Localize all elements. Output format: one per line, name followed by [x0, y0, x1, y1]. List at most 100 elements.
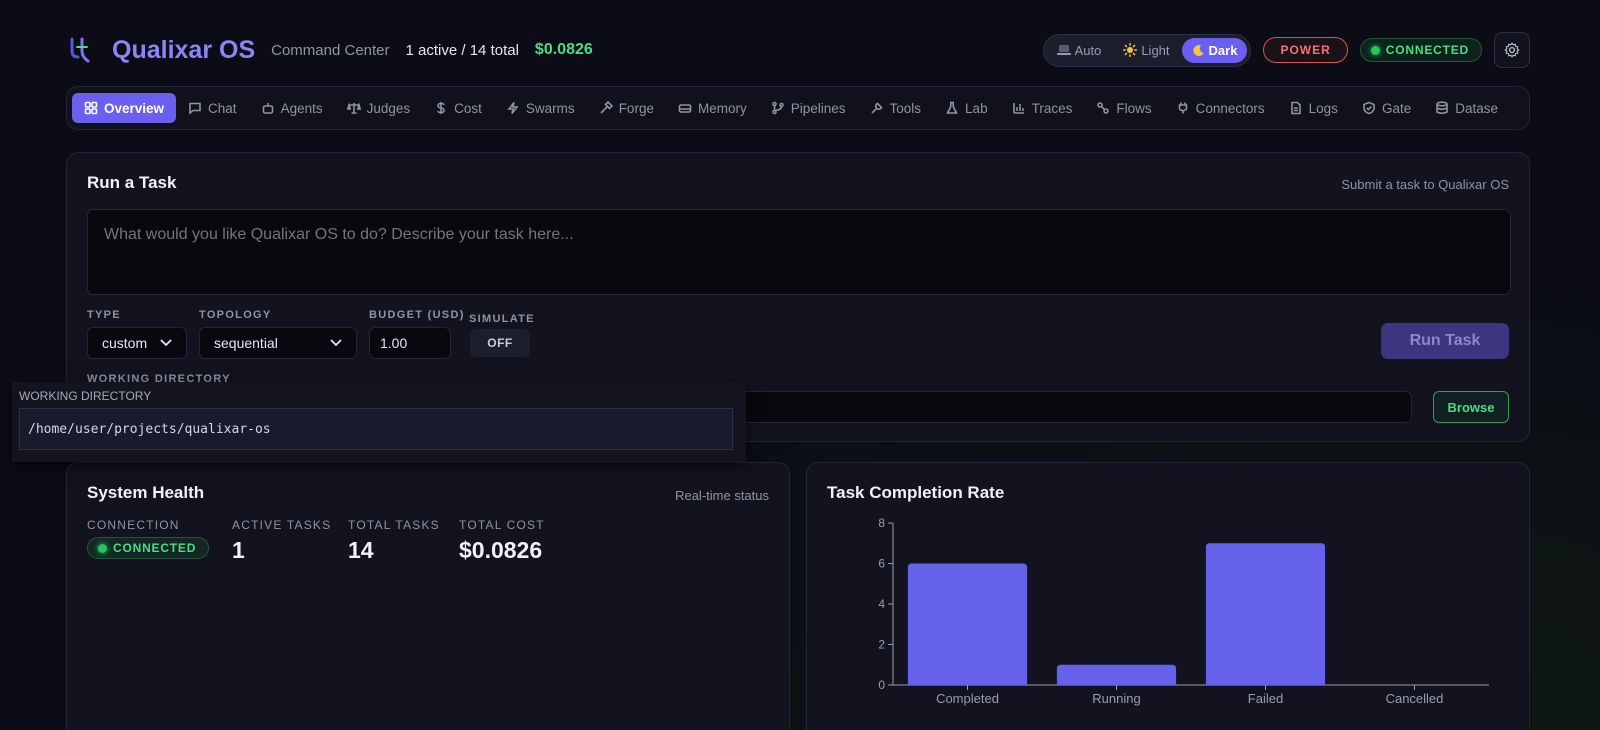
system-health-title: System Health	[87, 483, 205, 502]
theme-auto-button[interactable]: Auto	[1047, 38, 1112, 63]
sun-icon	[1123, 43, 1138, 57]
plug-icon	[1178, 102, 1187, 114]
brand-title: Qualixar OS	[112, 35, 256, 64]
power-button[interactable]: POWER	[1263, 37, 1348, 63]
tab-label: Datase	[1455, 100, 1498, 116]
shield-icon	[1363, 101, 1375, 115]
budget-input[interactable]: 1.00	[369, 327, 451, 359]
x-tick-label: Cancelled	[1386, 691, 1444, 706]
tab-label: Forge	[618, 100, 654, 116]
system-health-card: System Health Real-time status CONNECTIO…	[66, 462, 790, 730]
task-description-input[interactable]	[87, 209, 1511, 295]
x-tick-label: Completed	[936, 691, 999, 706]
type-select[interactable]: custom	[87, 327, 187, 359]
header-subtitle: Command Center	[271, 41, 390, 59]
header-actions: Auto Light Dark POWER CONNECTED	[1042, 32, 1530, 68]
y-tick-label: 2	[878, 638, 885, 652]
system-health-hint: Real-time status	[675, 488, 769, 503]
budget-label: BUDGET (USD)	[369, 309, 465, 321]
gear-icon	[1504, 42, 1520, 58]
tab-label: Flows	[1116, 100, 1152, 116]
tab-label: Logs	[1308, 100, 1338, 116]
total-tasks-value: 14	[348, 537, 374, 563]
run-task-button[interactable]: Run Task	[1381, 323, 1509, 359]
connection-stat-label: CONNECTION	[87, 518, 180, 532]
bolt-icon	[507, 102, 519, 114]
dollar-icon	[437, 102, 445, 114]
branch-icon	[771, 101, 784, 115]
main-nav: Overview Chat Agents Judges Cost Swarms Forge M…	[66, 86, 1530, 130]
task-counts: 1 active / 14 total	[405, 41, 519, 59]
drive-icon	[678, 104, 692, 113]
robot-icon	[262, 103, 273, 114]
tab-traces[interactable]: Traces	[1000, 93, 1085, 123]
tab-tools[interactable]: Tools	[858, 93, 934, 123]
tab-swarms[interactable]: Swarms	[494, 93, 587, 123]
tab-flows[interactable]: Flows	[1084, 93, 1163, 123]
header-cost: $0.0826	[534, 41, 593, 58]
y-tick-label: 6	[878, 557, 885, 571]
tab-label: Swarms	[525, 100, 575, 116]
theme-light-button[interactable]: Light	[1113, 38, 1179, 63]
laptop-icon	[1056, 45, 1071, 55]
tab-label: Connectors	[1195, 100, 1265, 116]
nav-tabs: Overview Chat Agents Judges Cost Swarms Forge M…	[67, 87, 1529, 129]
y-tick-label: 0	[878, 678, 885, 692]
logo-icon	[70, 37, 90, 63]
tab-logs[interactable]: Logs	[1277, 93, 1350, 123]
tab-pipelines[interactable]: Pipelines	[759, 93, 858, 123]
tab-forge[interactable]: Forge	[587, 93, 666, 123]
bar-failed	[1205, 543, 1326, 685]
total-tasks-label: TOTAL TASKS	[348, 518, 440, 532]
file-icon	[1290, 101, 1301, 115]
tab-cost[interactable]: Cost	[422, 93, 494, 123]
flow-icon	[1097, 102, 1110, 114]
y-tick-label: 4	[878, 597, 885, 611]
connection-label: CONNECTED	[1385, 43, 1469, 57]
settings-button[interactable]	[1494, 32, 1530, 68]
working-directory-path-input[interactable]: /home/user/projects/qualixar-os	[19, 408, 733, 450]
grid-icon	[84, 101, 98, 115]
database-icon	[1436, 101, 1449, 115]
type-label: TYPE	[87, 309, 121, 321]
tab-gate[interactable]: Gate	[1350, 93, 1423, 123]
tab-label: Overview	[104, 100, 165, 116]
tab-judges[interactable]: Judges	[335, 93, 423, 123]
chevron-down-icon	[160, 339, 172, 347]
tab-label: Pipelines	[790, 100, 846, 116]
tab-label: Traces	[1031, 100, 1073, 116]
y-tick-label: 8	[878, 516, 885, 530]
task-completion-card: Task Completion Rate 0 2 4 6 8 Completed Runni…	[806, 462, 1530, 730]
theme-dark-label: Dark	[1208, 42, 1238, 58]
tab-lab[interactable]: Lab	[933, 93, 1000, 123]
tab-connectors[interactable]: Connectors	[1164, 93, 1277, 123]
browse-button[interactable]: Browse	[1433, 391, 1509, 423]
status-dot-icon	[1370, 45, 1380, 55]
working-directory-overlay: WORKING DIRECTORY /home/user/projects/qu…	[12, 382, 746, 462]
topology-select[interactable]: sequential	[199, 327, 357, 359]
theme-toggle: Auto Light Dark	[1042, 33, 1252, 67]
topology-label: TOPOLOGY	[199, 309, 272, 321]
tab-agents[interactable]: Agents	[249, 93, 335, 123]
x-tick-label: Running	[1092, 691, 1140, 706]
tab-chat[interactable]: Chat	[176, 93, 249, 123]
simulate-toggle[interactable]: OFF	[470, 329, 530, 357]
theme-dark-button[interactable]: Dark	[1181, 37, 1248, 63]
tab-label: Chat	[208, 100, 237, 116]
theme-auto-label: Auto	[1074, 42, 1102, 58]
bars-icon	[1012, 103, 1024, 114]
tab-label: Memory	[697, 100, 747, 116]
wrench-icon	[870, 102, 882, 114]
moon-icon	[1192, 44, 1204, 56]
tab-overview[interactable]: Overview	[72, 93, 177, 123]
active-tasks-label: ACTIVE TASKS	[232, 518, 332, 532]
tab-datase[interactable]: Datase	[1423, 93, 1510, 123]
tab-memory[interactable]: Memory	[666, 93, 759, 123]
tab-label: Cost	[454, 100, 482, 116]
active-tasks-value: 1	[232, 537, 245, 563]
tab-label: Judges	[366, 100, 411, 116]
connection-status-badge: CONNECTED	[87, 537, 210, 559]
status-dot-icon	[98, 543, 107, 553]
type-value: custom	[102, 335, 148, 351]
simulate-label: SIMULATE	[469, 313, 535, 325]
